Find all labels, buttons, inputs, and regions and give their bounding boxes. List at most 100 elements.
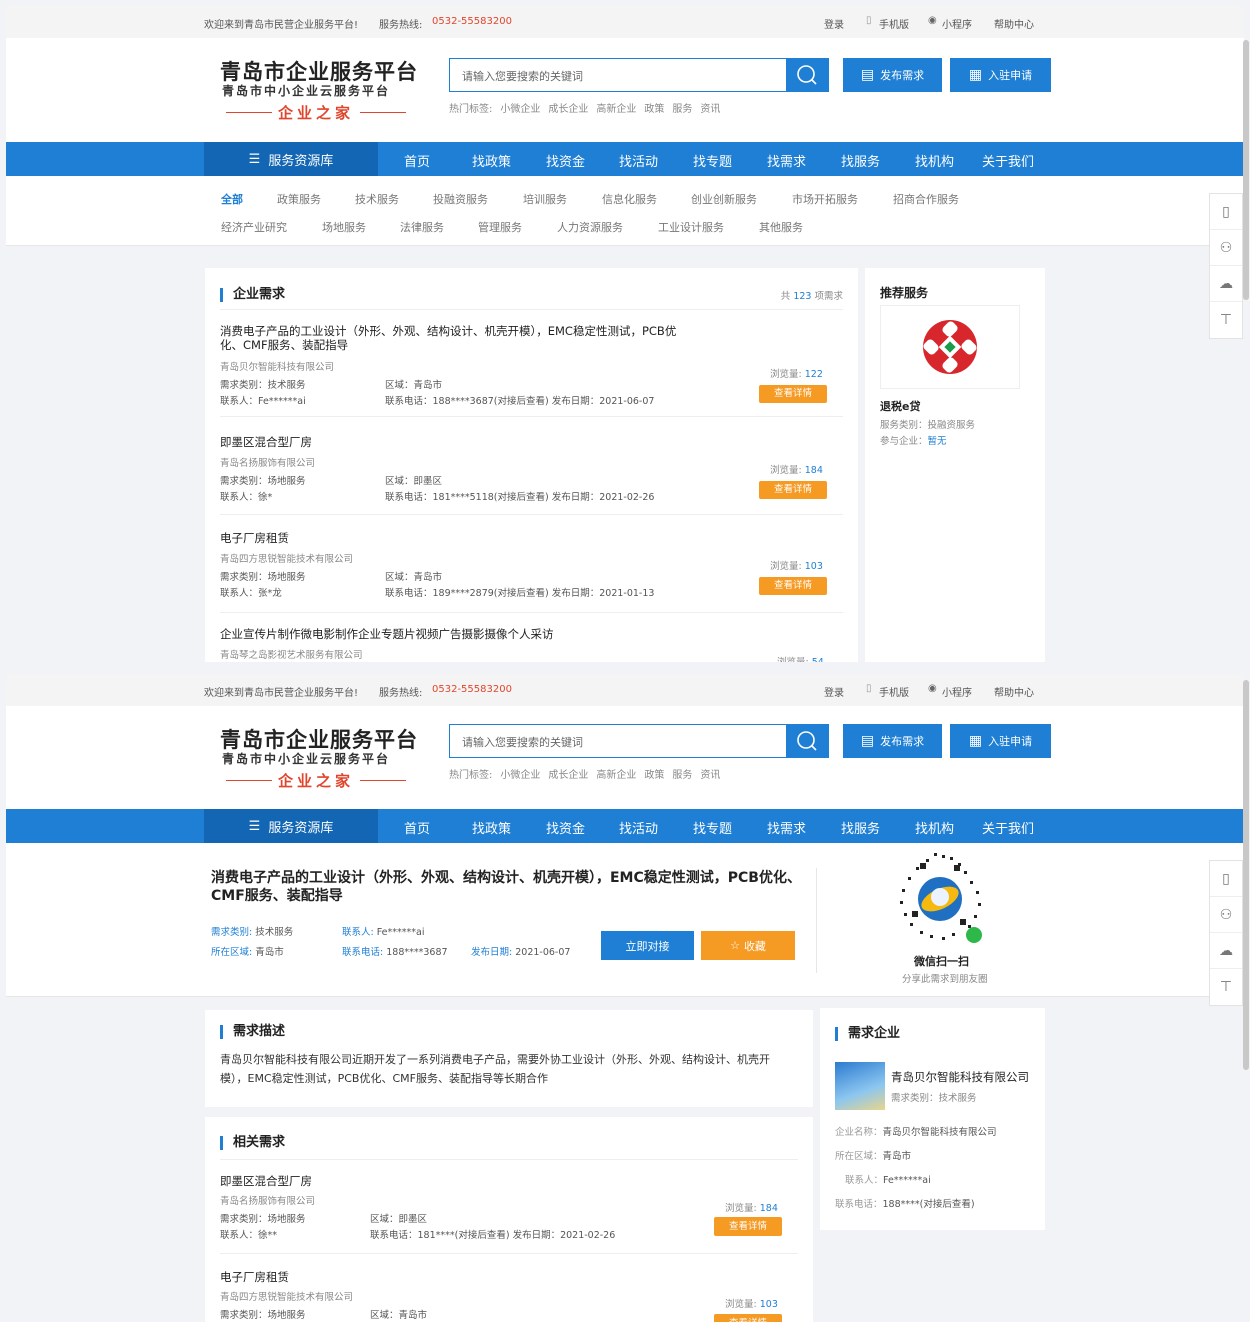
hot-tag[interactable]: 小微企业 xyxy=(500,770,540,781)
item-views: 浏览量: 103 xyxy=(725,1299,778,1310)
resource-menu[interactable]: ☰ 服务资源库 xyxy=(204,142,378,176)
hot-tag[interactable]: 政策 xyxy=(644,104,664,115)
wechat-icon[interactable]: ☁ xyxy=(1210,266,1242,302)
item-title[interactable]: 企业宣传片制作微电影制作企业专题片视频广告摄影摄像个人采访 xyxy=(220,627,554,641)
nav-item-home[interactable]: 首页 xyxy=(404,818,430,837)
resource-menu[interactable]: ☰ 服务资源库 xyxy=(204,809,378,843)
category-item[interactable]: 法律服务 xyxy=(400,219,444,235)
hot-tag[interactable]: 资讯 xyxy=(700,104,720,115)
category-item[interactable]: 技术服务 xyxy=(355,191,399,207)
back-to-top-icon[interactable]: ⊤ xyxy=(1210,302,1242,338)
demand-list-card: 企业需求 共 123 项需求 消费电子产品的工业设计（外形、外观、结构设计、机壳… xyxy=(205,268,858,662)
category-item[interactable]: 投融资服务 xyxy=(433,191,488,207)
connect-button[interactable]: 立即对接 xyxy=(601,931,694,960)
category-item[interactable]: 工业设计服务 xyxy=(658,219,724,235)
list-item[interactable]: 消费电子产品的工业设计（外形、外观、结构设计、机壳开模），EMC稳定性测试，PC… xyxy=(220,324,690,352)
search-input[interactable]: 请输入您要搜索的关键词 xyxy=(462,734,583,750)
miniapp-link[interactable]: 小程序 xyxy=(942,684,972,699)
view-detail-button[interactable]: 查看详情 xyxy=(759,385,827,403)
view-detail-button[interactable]: 查看详情 xyxy=(714,1314,782,1322)
hot-tag[interactable]: 高新企业 xyxy=(596,104,636,115)
section-title: 相关需求 xyxy=(220,1136,285,1150)
recommend-logo[interactable] xyxy=(880,305,1020,389)
recommend-name[interactable]: 退税e贷 xyxy=(880,398,920,414)
search-box[interactable]: 请输入您要搜索的关键词 xyxy=(449,58,829,92)
hot-tag[interactable]: 高新企业 xyxy=(596,770,636,781)
search-input[interactable]: 请输入您要搜索的关键词 xyxy=(462,68,583,84)
user-icon[interactable]: ⚇ xyxy=(1210,897,1242,933)
hot-tag[interactable]: 资讯 xyxy=(700,770,720,781)
nav-item-topics[interactable]: 找专题 xyxy=(693,151,732,170)
item-title[interactable]: 即墨区混合型厂房 xyxy=(220,435,312,449)
nav-item-agencies[interactable]: 找机构 xyxy=(915,151,954,170)
user-icon[interactable]: ⚇ xyxy=(1210,230,1242,266)
publish-button[interactable]: ▤ 发布需求 xyxy=(843,58,942,92)
category-item[interactable]: 招商合作服务 xyxy=(893,191,959,207)
help-link[interactable]: 帮助中心 xyxy=(994,16,1034,31)
hot-tag[interactable]: 小微企业 xyxy=(500,104,540,115)
view-detail-button[interactable]: 查看详情 xyxy=(759,481,827,499)
category-item[interactable]: 其他服务 xyxy=(759,219,803,235)
search-box[interactable]: 请输入您要搜索的关键词 xyxy=(449,724,829,758)
phone-icon[interactable]: ▯ xyxy=(1210,861,1242,897)
view-detail-button[interactable]: 查看详情 xyxy=(759,577,827,595)
nav-item-funds[interactable]: 找资金 xyxy=(546,818,585,837)
login-link[interactable]: 登录 xyxy=(824,684,844,699)
hot-tag[interactable]: 成长企业 xyxy=(548,770,588,781)
nav-item-home[interactable]: 首页 xyxy=(404,151,430,170)
mobile-link[interactable]: 手机版 xyxy=(879,16,909,31)
nav-item-funds[interactable]: 找资金 xyxy=(546,151,585,170)
scrollbar[interactable] xyxy=(1243,680,1249,1070)
nav-item-topics[interactable]: 找专题 xyxy=(693,818,732,837)
nav-item-events[interactable]: 找活动 xyxy=(619,151,658,170)
nav-item-events[interactable]: 找活动 xyxy=(619,818,658,837)
enterprise-logo[interactable] xyxy=(835,1062,885,1110)
join-button[interactable]: ▦ 入驻申请 xyxy=(950,724,1051,758)
nav-item-about[interactable]: 关于我们 xyxy=(982,818,1034,837)
nav-item-about[interactable]: 关于我们 xyxy=(982,151,1034,170)
nav-item-agencies[interactable]: 找机构 xyxy=(915,818,954,837)
nav-item-services[interactable]: 找服务 xyxy=(841,818,880,837)
miniapp-link[interactable]: 小程序 xyxy=(942,16,972,31)
scrollbar[interactable] xyxy=(1243,40,1249,300)
menu-icon: ☰ xyxy=(248,818,261,834)
category-item[interactable]: 培训服务 xyxy=(523,191,567,207)
category-item[interactable]: 创业创新服务 xyxy=(691,191,757,207)
enterprise-name[interactable]: 青岛贝尔智能科技有限公司 xyxy=(891,1069,1029,1085)
category-item[interactable]: 管理服务 xyxy=(478,219,522,235)
back-to-top-icon[interactable]: ⊤ xyxy=(1210,969,1242,1005)
publish-button[interactable]: ▤ 发布需求 xyxy=(843,724,942,758)
item-title[interactable]: 电子厂房租赁 xyxy=(220,1270,289,1284)
nav-item-policy[interactable]: 找政策 xyxy=(472,818,511,837)
favorite-button[interactable]: ☆ 收藏 xyxy=(701,931,795,960)
join-button[interactable]: ▦ 入驻申请 xyxy=(950,58,1051,92)
nav-item-demands[interactable]: 找需求 xyxy=(767,818,806,837)
category-item[interactable]: 场地服务 xyxy=(322,219,366,235)
hot-tag[interactable]: 服务 xyxy=(672,770,692,781)
login-link[interactable]: 登录 xyxy=(824,16,844,31)
item-title[interactable]: 即墨区混合型厂房 xyxy=(220,1174,312,1188)
nav-item-services[interactable]: 找服务 xyxy=(841,151,880,170)
view-detail-button[interactable]: 查看详情 xyxy=(714,1217,782,1236)
mobile-link[interactable]: 手机版 xyxy=(879,684,909,699)
item-title[interactable]: 电子厂房租赁 xyxy=(220,531,289,545)
wechat-icon[interactable]: ☁ xyxy=(1210,933,1242,969)
search-button[interactable] xyxy=(786,725,828,757)
category-item[interactable]: 经济产业研究 xyxy=(221,219,287,235)
hot-tag[interactable]: 成长企业 xyxy=(548,104,588,115)
hotline-number: 0532-55583200 xyxy=(432,684,512,695)
nav-item-policy[interactable]: 找政策 xyxy=(472,151,511,170)
search-button[interactable] xyxy=(786,59,828,91)
item-title[interactable]: 消费电子产品的工业设计（外形、外观、结构设计、机壳开模），EMC稳定性测试，PC… xyxy=(220,324,690,352)
hot-tag[interactable]: 政策 xyxy=(644,770,664,781)
category-item[interactable]: 人力资源服务 xyxy=(557,219,623,235)
hot-tag[interactable]: 服务 xyxy=(672,104,692,115)
category-item[interactable]: 政策服务 xyxy=(277,191,321,207)
phone-icon[interactable]: ▯ xyxy=(1210,194,1242,230)
category-item[interactable]: 信息化服务 xyxy=(602,191,657,207)
nav-item-demands[interactable]: 找需求 xyxy=(767,151,806,170)
category-item[interactable]: 市场开拓服务 xyxy=(792,191,858,207)
category-all[interactable]: 全部 xyxy=(221,191,243,207)
help-link[interactable]: 帮助中心 xyxy=(994,684,1034,699)
store-icon: ▦ xyxy=(968,67,983,83)
